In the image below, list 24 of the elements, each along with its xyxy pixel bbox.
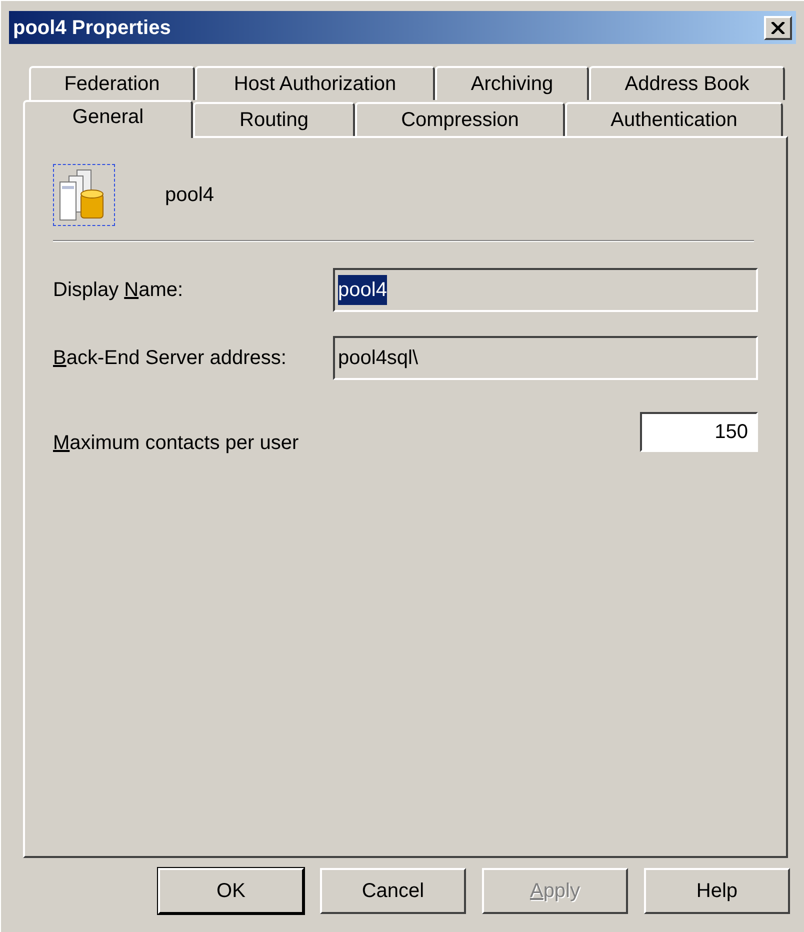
field-label: Display Name:	[53, 278, 184, 303]
tab[interactable]: Federation	[29, 66, 195, 100]
field-value: pool4sql\	[338, 346, 418, 371]
pool-name: pool4	[165, 183, 214, 208]
dialog-button[interactable]: OK	[158, 868, 304, 914]
tab[interactable]: Host Authorization	[195, 66, 435, 100]
number-field[interactable]: 150	[640, 412, 758, 452]
tab[interactable]: Authentication	[565, 102, 783, 136]
field-label: Maximum contacts per user	[53, 431, 299, 456]
tab[interactable]: Address Book	[589, 66, 785, 100]
text-field[interactable]: pool4sql\	[333, 336, 758, 380]
tab[interactable]: Archiving	[435, 66, 589, 100]
dialog-button[interactable]: Cancel	[320, 868, 466, 914]
field-value: 150	[714, 420, 748, 445]
tab[interactable]: Routing	[193, 102, 355, 136]
field-value: pool4	[338, 275, 387, 305]
close-button[interactable]	[764, 16, 792, 40]
field-label: Back-End Server address:	[53, 346, 288, 371]
tab[interactable]: Compression	[355, 102, 565, 136]
close-icon	[771, 22, 785, 34]
window-title: pool4 Properties	[13, 16, 171, 40]
text-field[interactable]: pool4	[333, 268, 758, 312]
tab[interactable]: General	[23, 100, 193, 138]
dialog-button[interactable]: Help	[644, 868, 790, 914]
